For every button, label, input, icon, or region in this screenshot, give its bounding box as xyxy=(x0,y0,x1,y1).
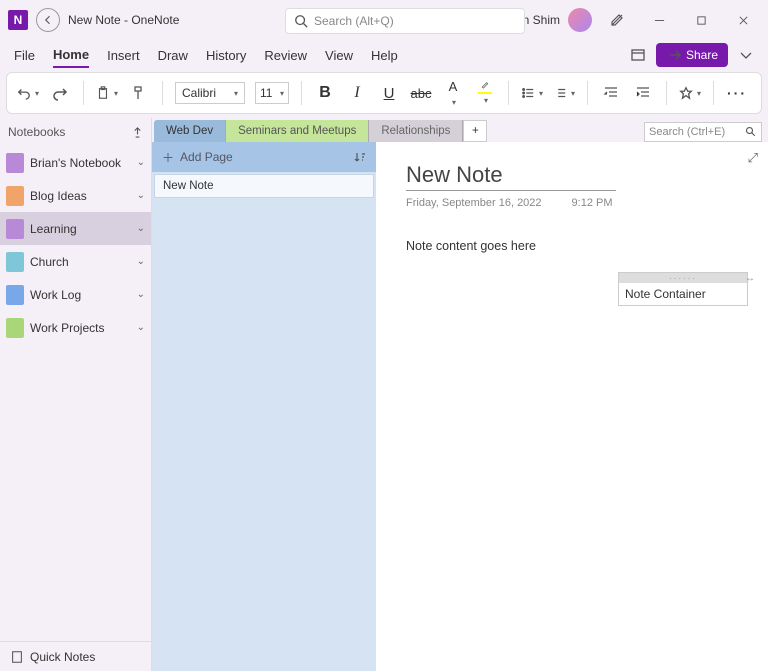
menu-home[interactable]: Home xyxy=(53,43,89,68)
format-painter-button[interactable] xyxy=(128,81,150,105)
note-title-input[interactable]: New Note xyxy=(406,162,616,191)
menu-insert[interactable]: Insert xyxy=(107,44,140,67)
tab-add[interactable]: + xyxy=(463,120,487,142)
font-name-select[interactable]: Calibri xyxy=(175,82,245,104)
note-body[interactable]: Note content goes here xyxy=(406,239,738,253)
menu-view[interactable]: View xyxy=(325,44,353,67)
tab-relationships[interactable]: Relationships xyxy=(369,120,463,142)
menu-help[interactable]: Help xyxy=(371,44,398,67)
notebook-item-church[interactable]: Church⌄ xyxy=(0,245,151,278)
ribbon-toolbar: Calibri 11 B I U abc A ··· xyxy=(6,72,762,114)
close-button[interactable] xyxy=(726,6,760,34)
collapse-ribbon-icon[interactable] xyxy=(738,47,754,63)
notebook-item-learning[interactable]: Learning⌄ xyxy=(0,212,151,245)
note-canvas[interactable]: ⤢ New Note Friday, September 16, 2022 9:… xyxy=(376,142,768,671)
back-button[interactable] xyxy=(36,8,60,32)
indent-button[interactable] xyxy=(632,81,654,105)
note-date: Friday, September 16, 2022 xyxy=(406,197,542,209)
search-icon xyxy=(294,14,308,28)
note-time: 9:12 PM xyxy=(572,197,613,209)
pin-icon[interactable] xyxy=(132,127,143,138)
search-icon xyxy=(745,126,757,138)
paste-button[interactable] xyxy=(96,81,118,105)
share-button[interactable]: Share xyxy=(656,43,728,67)
search-placeholder: Search (Alt+Q) xyxy=(314,14,394,28)
sort-icon[interactable] xyxy=(354,151,366,163)
expand-icon[interactable]: ⤢ xyxy=(748,150,758,166)
strikethrough-button[interactable]: abc xyxy=(410,81,432,105)
tab-webdev[interactable]: Web Dev xyxy=(154,120,226,142)
redo-button[interactable] xyxy=(49,81,71,105)
add-page-button[interactable]: ＋ Add Page xyxy=(152,142,376,172)
note-container[interactable]: ······ Note Container xyxy=(618,272,748,306)
search-pages-input[interactable]: Search (Ctrl+E) xyxy=(644,122,762,142)
page-icon xyxy=(10,650,24,664)
font-color-button[interactable]: A xyxy=(442,81,464,105)
notebook-item-worklog[interactable]: Work Log⌄ xyxy=(0,278,151,311)
italic-button[interactable]: I xyxy=(346,81,368,105)
menu-draw[interactable]: Draw xyxy=(158,44,188,67)
page-item[interactable]: New Note xyxy=(154,174,374,198)
minimize-button[interactable] xyxy=(642,6,676,34)
app-icon: N xyxy=(8,10,28,30)
underline-button[interactable]: U xyxy=(378,81,400,105)
highlight-button[interactable] xyxy=(474,81,496,105)
plus-icon: ＋ xyxy=(162,149,174,166)
maximize-button[interactable] xyxy=(684,6,718,34)
number-list-button[interactable] xyxy=(553,81,575,105)
pages-panel: ＋ Add Page New Note xyxy=(152,142,376,671)
menu-review[interactable]: Review xyxy=(264,44,307,67)
notebooks-panel: Notebooks Brian's Notebook⌄ Blog Ideas⌄ … xyxy=(0,118,152,671)
container-body[interactable]: Note Container xyxy=(619,283,747,305)
section-tabs: Web Dev Seminars and Meetups Relationshi… xyxy=(152,118,768,142)
tag-button[interactable] xyxy=(679,81,701,105)
notebooks-header: Notebooks xyxy=(8,125,65,139)
font-size-select[interactable]: 11 xyxy=(255,82,289,104)
outdent-button[interactable] xyxy=(600,81,622,105)
fullpage-icon[interactable] xyxy=(630,47,646,63)
menu-history[interactable]: History xyxy=(206,44,246,67)
quick-notes-button[interactable]: Quick Notes xyxy=(0,641,151,671)
notebook-item-brians[interactable]: Brian's Notebook⌄ xyxy=(0,146,151,179)
window-title: New Note - OneNote xyxy=(68,13,179,27)
bold-button[interactable]: B xyxy=(314,81,336,105)
user-avatar[interactable] xyxy=(568,8,592,32)
tab-seminars[interactable]: Seminars and Meetups xyxy=(226,120,369,142)
undo-button[interactable] xyxy=(17,81,39,105)
global-search-input[interactable]: Search (Alt+Q) xyxy=(285,8,525,34)
bullet-list-button[interactable] xyxy=(521,81,543,105)
pen-mode-button[interactable] xyxy=(600,6,634,34)
more-commands-button[interactable]: ··· xyxy=(726,81,748,105)
notebook-item-blog[interactable]: Blog Ideas⌄ xyxy=(0,179,151,212)
menu-file[interactable]: File xyxy=(14,44,35,67)
container-grip[interactable]: ······ xyxy=(619,273,747,283)
notebook-item-workprojects[interactable]: Work Projects⌄ xyxy=(0,311,151,344)
